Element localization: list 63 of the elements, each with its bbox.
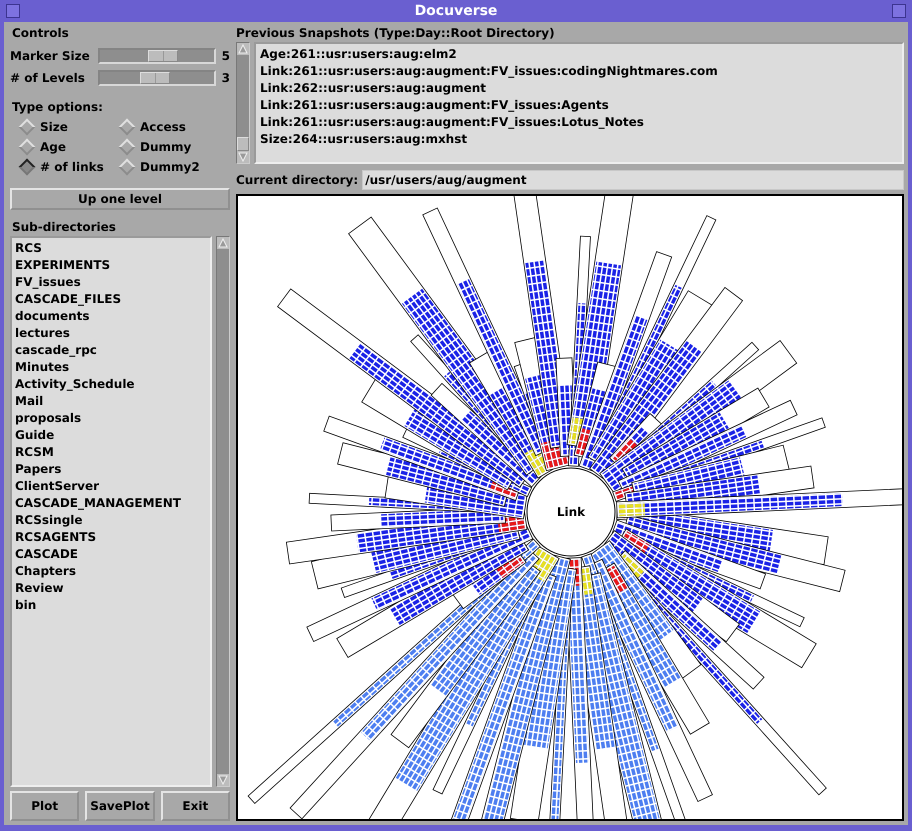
directory-item[interactable]: lectures <box>14 325 208 342</box>
directory-item[interactable]: RCSM <box>14 444 208 461</box>
window-menu-button[interactable] <box>6 4 20 18</box>
scroll-thumb[interactable] <box>237 137 249 151</box>
snapshot-item[interactable]: Age:261::usr:users:aug:elm2 <box>260 46 898 63</box>
section-heading: Previous Snapshots (Type:Day::Root Directory) <box>236 26 556 40</box>
directory-field[interactable]: /usr/users/aug/augment <box>362 170 904 190</box>
section-heading: Type options: <box>12 100 104 114</box>
radio-option[interactable]: Dummy <box>118 140 214 154</box>
directory-item[interactable]: Mail <box>14 393 208 410</box>
action-button[interactable]: SavePlot <box>85 791 155 821</box>
slider-label: # of Levels <box>10 71 86 85</box>
action-button[interactable]: Plot <box>10 791 80 821</box>
field-label: Current directory: <box>236 173 358 187</box>
directory-item[interactable]: RCS <box>14 240 208 257</box>
directory-item[interactable]: EXPERIMENTS <box>14 257 208 274</box>
section-heading: Sub-directories <box>12 220 117 234</box>
slider-thumb[interactable] <box>148 50 178 62</box>
radio-option[interactable]: Dummy2 <box>118 160 214 174</box>
directory-item[interactable]: CASCADE_MANAGEMENT <box>14 495 208 512</box>
window-maximize-button[interactable] <box>892 4 906 18</box>
snapshot-item[interactable]: Link:261::usr:users:aug:augment:FV_issues:codingNightmares.com <box>260 63 898 80</box>
directory-item[interactable]: Review <box>14 580 208 597</box>
up-one-level-button[interactable]: Up one level <box>10 188 230 210</box>
radio-option[interactable]: Age <box>18 140 118 154</box>
slider[interactable] <box>98 70 216 86</box>
radio-option[interactable]: # of links <box>18 160 118 174</box>
window-title: Docuverse <box>414 3 498 19</box>
directory-item[interactable]: Minutes <box>14 359 208 376</box>
slider-label: Marker Size <box>10 49 91 63</box>
down-arrow-icon[interactable] <box>238 152 248 162</box>
radio-option[interactable]: Size <box>18 120 118 134</box>
down-arrow-icon[interactable] <box>218 775 228 785</box>
directory-item[interactable]: RCSAGENTS <box>14 529 208 546</box>
up-arrow-icon[interactable] <box>238 44 248 54</box>
slider-value: 3 <box>220 71 230 85</box>
directory-item[interactable]: CASCADE_FILES <box>14 291 208 308</box>
directory-item[interactable]: Papers <box>14 461 208 478</box>
slider[interactable] <box>98 48 216 64</box>
snapshot-item[interactable]: Size:264::usr:users:aug:mxhst <box>260 131 898 148</box>
center-label: Link <box>556 505 586 519</box>
slider-value: 5 <box>220 49 230 63</box>
directory-item[interactable]: CASCADE <box>14 546 208 563</box>
scrollbar[interactable] <box>216 236 230 787</box>
directory-item[interactable]: documents <box>14 308 208 325</box>
directory-item[interactable]: RCSsingle <box>14 512 208 529</box>
snapshot-item[interactable]: Link:261::usr:users:aug:augment:FV_issues:Agents <box>260 97 898 114</box>
directory-item[interactable]: FV_issues <box>14 274 208 291</box>
up-arrow-icon[interactable] <box>218 238 228 248</box>
directory-item[interactable]: cascade_rpc <box>14 342 208 359</box>
directory-item[interactable]: bin <box>14 597 208 614</box>
action-button[interactable]: Exit <box>160 791 230 821</box>
directory-item[interactable]: ClientServer <box>14 478 208 495</box>
scrollbar[interactable] <box>236 42 250 164</box>
directory-item[interactable]: Activity_Schedule <box>14 376 208 393</box>
snapshot-item[interactable]: Link:261::usr:users:aug:augment:FV_issues:Lotus_Notes <box>260 114 898 131</box>
directory-item[interactable]: proposals <box>14 410 208 427</box>
directory-item[interactable]: Chapters <box>14 563 208 580</box>
slider-thumb[interactable] <box>140 72 170 84</box>
section-heading: Controls <box>12 26 70 40</box>
snapshot-item[interactable]: Link:262::usr:users:aug:augment <box>260 80 898 97</box>
radio-option[interactable]: Access <box>118 120 214 134</box>
directory-item[interactable]: Guide <box>14 427 208 444</box>
